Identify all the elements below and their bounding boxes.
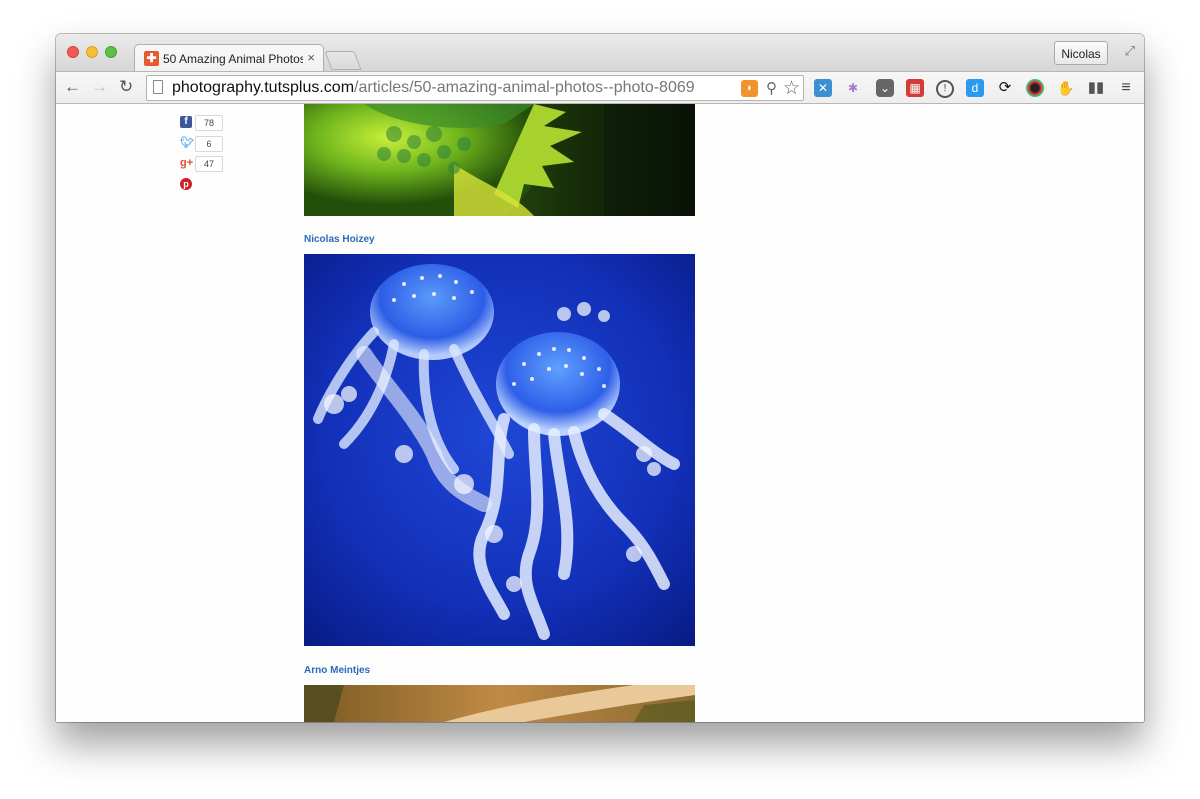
twitter-icon: 🐦︎ xyxy=(180,137,194,149)
pinwheel-icon[interactable]: ✱ xyxy=(844,79,862,97)
1password-icon[interactable]: ! xyxy=(936,80,954,98)
googleplus-share[interactable]: g+ 47 xyxy=(180,156,240,172)
browser-toolbar: ← → ↻ photography.tutsplus.com/articles/… xyxy=(56,71,1144,104)
url-text[interactable]: photography.tutsplus.com/articles/50-ama… xyxy=(172,79,695,97)
tutsplus-favicon-icon: ✚ xyxy=(144,51,159,66)
url-host: photography.tutsplus.com xyxy=(172,79,355,96)
page-icon xyxy=(153,80,163,94)
zoom-window-button[interactable] xyxy=(105,46,117,58)
twitter-count: 6 xyxy=(195,136,223,152)
search-icon[interactable]: ⚲ xyxy=(766,79,777,97)
color-picker-icon[interactable] xyxy=(1026,79,1044,97)
sync-icon[interactable]: ⟳ xyxy=(996,79,1014,97)
facebook-icon: f xyxy=(180,116,192,128)
fullscreen-icon[interactable]: ⤢ xyxy=(1125,43,1135,59)
readability-icon[interactable]: ▮▮ xyxy=(1087,79,1105,97)
address-bar[interactable]: photography.tutsplus.com/articles/50-ama… xyxy=(146,75,804,101)
minimize-window-button[interactable] xyxy=(86,46,98,58)
feedly-icon[interactable]: ✕ xyxy=(814,79,832,97)
url-path: /articles/50-amazing-animal-photos--phot… xyxy=(354,79,695,96)
pinterest-icon: p xyxy=(180,178,192,190)
pocket-icon[interactable]: ⌄ xyxy=(876,79,894,97)
bookmark-star-icon[interactable]: ☆ xyxy=(783,77,800,100)
title-bar: ✚ 50 Amazing Animal Photos × Nicolas ⤢ xyxy=(56,34,1144,72)
reload-icon[interactable]: ↻ xyxy=(119,77,133,97)
rss-icon[interactable]: ◗ xyxy=(741,80,758,97)
twitter-share[interactable]: 🐦︎ 6 xyxy=(180,136,240,152)
d-icon[interactable]: d xyxy=(966,79,984,97)
tab-title: 50 Amazing Animal Photos xyxy=(163,52,303,66)
page-content: f 78 🐦︎ 6 g+ 47 p Nicolas Hoizey Arno Me… xyxy=(56,104,1144,722)
googleplus-count: 47 xyxy=(195,156,223,172)
facebook-count: 78 xyxy=(195,115,223,131)
pinterest-share[interactable]: p xyxy=(180,177,240,193)
new-tab-button[interactable] xyxy=(324,51,362,70)
back-icon[interactable]: ← xyxy=(64,77,81,97)
browser-window: ✚ 50 Amazing Animal Photos × Nicolas ⤢ ←… xyxy=(56,34,1144,722)
jellyfish-image xyxy=(304,254,695,646)
photo-credit-link[interactable]: Nicolas Hoizey xyxy=(304,234,375,245)
menu-icon[interactable]: ≡ xyxy=(1117,79,1135,97)
facebook-share[interactable]: f 78 xyxy=(180,115,240,131)
browser-tab[interactable]: ✚ 50 Amazing Animal Photos × xyxy=(134,44,324,72)
profile-button[interactable]: Nicolas xyxy=(1054,41,1108,65)
jellyfish-photo xyxy=(304,254,695,646)
evernote-icon[interactable]: ✋ xyxy=(1057,79,1075,97)
tab-close-icon[interactable]: × xyxy=(307,50,315,65)
close-window-button[interactable] xyxy=(67,46,79,58)
googleplus-icon: g+ xyxy=(180,157,194,169)
forward-icon[interactable]: → xyxy=(91,77,108,97)
savanna-image xyxy=(304,685,695,722)
savanna-photo xyxy=(304,685,695,722)
photo-credit-link[interactable]: Arno Meintjes xyxy=(304,665,370,676)
iguana-image xyxy=(304,104,695,216)
iguana-photo xyxy=(304,104,695,216)
gallery-icon[interactable]: ▦ xyxy=(906,79,924,97)
